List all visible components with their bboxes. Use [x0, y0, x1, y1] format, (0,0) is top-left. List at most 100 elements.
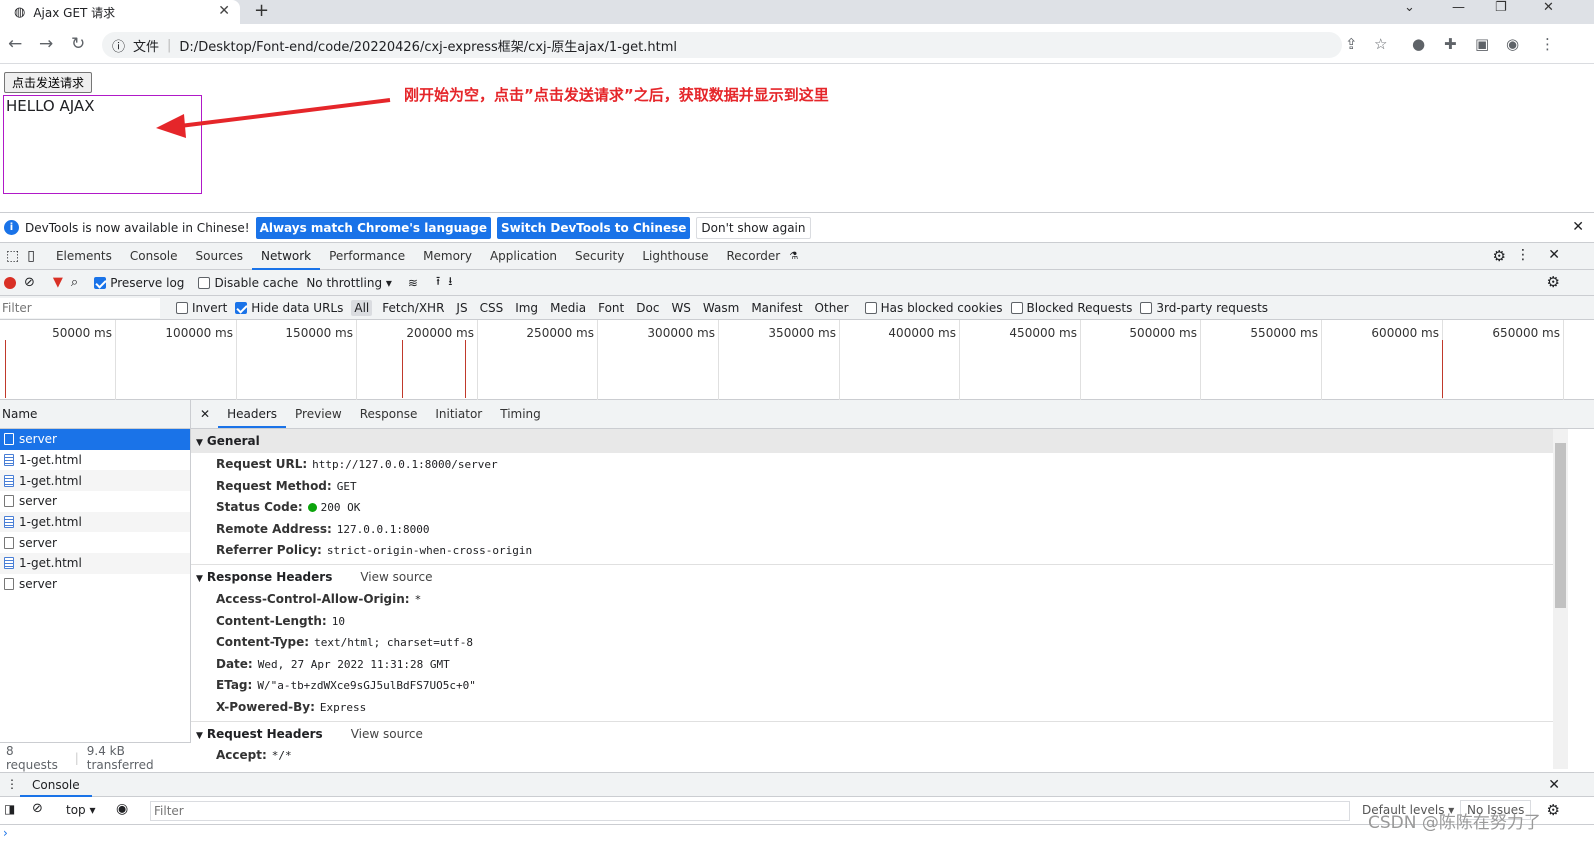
filter-type-js[interactable]: JS	[454, 301, 469, 315]
close-devtools-icon[interactable]: ✕	[1548, 247, 1560, 263]
detail-scrollbar[interactable]	[1553, 429, 1568, 769]
view-source-link[interactable]: View source	[360, 570, 432, 584]
drawer-tab-console[interactable]: Console	[20, 773, 92, 797]
tab-headers[interactable]: Headers	[218, 400, 287, 428]
network-conditions-icon[interactable]: ≋	[408, 276, 418, 290]
tab-preview[interactable]: Preview	[286, 400, 351, 428]
tab-performance[interactable]: Performance	[320, 243, 414, 270]
export-har-icon[interactable]: ⭳	[448, 272, 452, 293]
filter-type-ws[interactable]: WS	[669, 301, 692, 315]
request-row[interactable]: 1-get.html	[0, 470, 190, 492]
request-row[interactable]: 1-get.html	[0, 511, 190, 533]
match-language-button[interactable]: Always match Chrome's language	[255, 216, 491, 239]
tab-timing[interactable]: Timing	[491, 400, 550, 428]
filter-type-other[interactable]: Other	[813, 301, 851, 315]
filter-type-font[interactable]: Font	[596, 301, 626, 315]
tab-network[interactable]: Network	[252, 243, 321, 270]
disable-cache-checkbox[interactable]: Disable cache	[198, 276, 298, 290]
more-options-icon[interactable]: ⋮	[1516, 247, 1530, 263]
clear-console-icon[interactable]: ⊘	[32, 801, 43, 816]
search-icon[interactable]: ⌕	[71, 275, 78, 290]
inspect-element-icon[interactable]: ⬚	[0, 248, 25, 264]
forward-icon[interactable]: →	[39, 34, 53, 54]
tab-lighthouse[interactable]: Lighthouse	[633, 243, 717, 270]
address-bar[interactable]: ⓘ 文件 | D:/Desktop/Font-end/code/20220426…	[102, 32, 1342, 58]
preserve-log-checkbox[interactable]: Preserve log	[94, 276, 184, 290]
eye-icon[interactable]: ◉	[116, 801, 128, 817]
filter-input[interactable]	[0, 297, 160, 318]
general-section-header[interactable]: ▼ General	[191, 429, 1553, 453]
network-overview[interactable]: 50000 ms 100000 ms 150000 ms 200000 ms 2…	[0, 320, 1594, 400]
scrollbar-thumb[interactable]	[1555, 443, 1566, 608]
dont-show-again-button[interactable]: Don't show again	[696, 216, 811, 239]
back-icon[interactable]: ←	[8, 34, 22, 54]
settings-gear-icon[interactable]: ⚙	[1493, 247, 1506, 265]
filter-type-css[interactable]: CSS	[478, 301, 506, 315]
drawer-menu-icon[interactable]: ⋮	[6, 777, 18, 791]
extension-avatar-icon[interactable]: ●	[1412, 35, 1425, 53]
console-settings-icon[interactable]: ⚙	[1547, 801, 1560, 819]
close-detail-icon[interactable]: ✕	[191, 407, 218, 421]
tab-sources[interactable]: Sources	[187, 243, 252, 270]
name-column-header[interactable]: Name	[0, 400, 190, 429]
request-row[interactable]: server	[0, 574, 190, 595]
close-infobar-icon[interactable]: ✕	[1572, 219, 1584, 235]
throttling-select[interactable]: No throttling ▾	[306, 276, 392, 290]
filter-type-wasm[interactable]: Wasm	[701, 301, 741, 315]
filter-funnel-icon[interactable]: ▼	[53, 275, 63, 290]
hide-data-urls-checkbox[interactable]: Hide data URLs	[235, 301, 343, 315]
request-row[interactable]: 1-get.html	[0, 553, 190, 574]
filter-type-img[interactable]: Img	[513, 301, 540, 315]
info-icon[interactable]: ⓘ	[112, 36, 125, 55]
close-drawer-icon[interactable]: ✕	[1548, 777, 1560, 793]
context-select[interactable]: top ▾	[66, 803, 96, 817]
filter-type-doc[interactable]: Doc	[634, 301, 661, 315]
invert-checkbox[interactable]: Invert	[176, 301, 227, 315]
request-row[interactable]: server	[0, 429, 190, 450]
minimize-icon[interactable]: —	[1452, 0, 1465, 15]
extensions-puzzle-icon[interactable]: ✚	[1444, 35, 1457, 53]
network-settings-icon[interactable]: ⚙	[1547, 273, 1560, 291]
switch-chinese-button[interactable]: Switch DevTools to Chinese	[496, 216, 691, 239]
request-row[interactable]: server	[0, 491, 190, 512]
reload-icon[interactable]: ↻	[71, 34, 85, 54]
console-filter-input[interactable]	[150, 801, 1350, 821]
blocked-cookies-checkbox[interactable]: Has blocked cookies	[864, 301, 1003, 315]
close-tab-icon[interactable]: ✕	[218, 3, 230, 19]
tab-initiator[interactable]: Initiator	[426, 400, 491, 428]
import-har-icon[interactable]: ⭱	[436, 272, 440, 293]
tab-security[interactable]: Security	[566, 243, 633, 270]
new-tab-icon[interactable]: +	[254, 0, 269, 21]
filter-type-all[interactable]: All	[351, 299, 373, 316]
menu-icon[interactable]: ⋮	[1540, 35, 1555, 53]
share-icon[interactable]: ⇪	[1345, 35, 1358, 53]
tab-memory[interactable]: Memory	[414, 243, 481, 270]
profile-icon[interactable]: ◉	[1506, 35, 1519, 53]
filter-type-fetch-xhr[interactable]: Fetch/XHR	[380, 301, 446, 315]
request-row[interactable]: 1-get.html	[0, 450, 190, 471]
request-headers-section-header[interactable]: ▼ Request Headers View source	[191, 720, 1553, 745]
bookmark-star-icon[interactable]: ☆	[1374, 35, 1387, 53]
filter-type-media[interactable]: Media	[548, 301, 588, 315]
tab-recorder[interactable]: Recorder	[717, 243, 789, 270]
tab-response[interactable]: Response	[351, 400, 427, 428]
tab-console[interactable]: Console	[121, 243, 187, 270]
browser-tab[interactable]: ◍ Ajax GET 请求 ✕	[0, 0, 240, 24]
response-headers-section-header[interactable]: ▼ Response Headers View source	[191, 563, 1553, 588]
restore-icon[interactable]: ❐	[1495, 0, 1507, 15]
tab-elements[interactable]: Elements	[47, 243, 121, 270]
third-party-checkbox[interactable]: 3rd-party requests	[1140, 301, 1268, 315]
filter-type-manifest[interactable]: Manifest	[749, 301, 804, 315]
clear-icon[interactable]: ⊘	[24, 275, 35, 290]
device-toolbar-icon[interactable]: ▯	[25, 248, 47, 264]
send-request-button[interactable]: 点击发送请求	[4, 72, 93, 93]
record-icon[interactable]	[4, 276, 16, 289]
request-row[interactable]: server	[0, 532, 190, 553]
tab-application[interactable]: Application	[481, 243, 566, 270]
side-panel-icon[interactable]: ▣	[1475, 35, 1489, 53]
view-source-link[interactable]: View source	[351, 727, 423, 741]
close-window-icon[interactable]: ✕	[1543, 0, 1554, 15]
sidebar-toggle-icon[interactable]: ◨	[4, 802, 15, 816]
blocked-requests-checkbox[interactable]: Blocked Requests	[1010, 301, 1132, 315]
tab-search-icon[interactable]: ⌄	[1404, 0, 1415, 15]
